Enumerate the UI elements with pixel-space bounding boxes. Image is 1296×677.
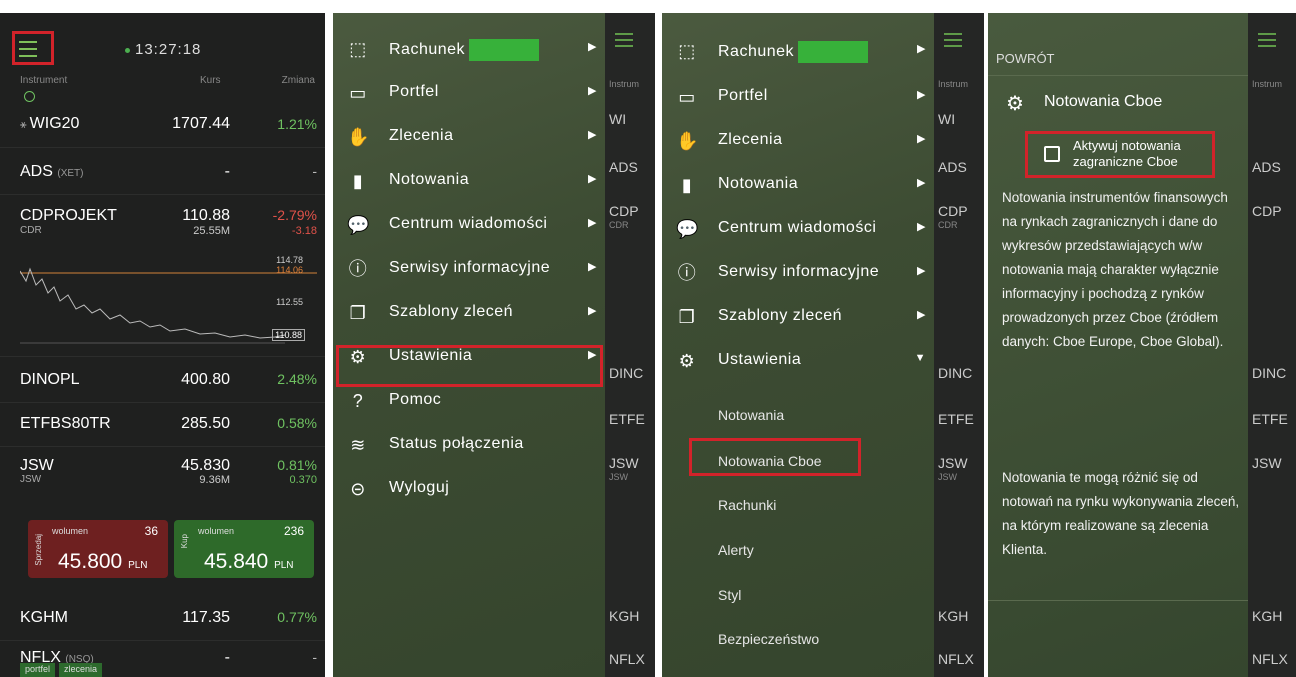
info-icon: ⓘ <box>348 259 368 279</box>
bar-chart-icon: ▮ <box>352 171 364 191</box>
menu-item-centrum-wiadomosci[interactable]: 💬 Centrum wiadomości ▶ <box>662 207 934 251</box>
list-item-dinopl[interactable]: DINOPL 400.80 2.48% <box>0 357 325 403</box>
list-item-kghm[interactable]: KGHM 117.35 0.77% <box>0 597 325 641</box>
handshake-icon: ✋ <box>676 131 699 151</box>
settings-menu-screen: ⬚ Rachunek ▶ ▭ Portfel ▶ ✋ Zlecenia ▶ ▮ Notowan… <box>662 13 984 677</box>
menu-item-ustawienia[interactable]: ⚙ Ustawienia ▼ <box>662 339 934 383</box>
menu-item-rachunek[interactable]: ⬚ Rachunek ▶ <box>662 29 934 73</box>
template-icon: ❐ <box>678 307 696 327</box>
menu-item-centrum-wiadomosci[interactable]: 💬 Centrum wiadomości ▶ <box>333 203 605 247</box>
menu-item-zlecenia[interactable]: ✋ Zlecenia ▶ <box>333 115 605 159</box>
template-icon: ❐ <box>349 303 367 323</box>
help-icon: ? <box>352 391 364 411</box>
menu-item-ustawienia[interactable]: ⚙ Ustawienia ▶ <box>333 335 605 379</box>
gear-icon: ⚙ <box>1006 93 1024 115</box>
cboe-checkbox-label[interactable]: Aktywuj notowania zagraniczne Cboe <box>1073 138 1201 170</box>
menu-item-szablony[interactable]: ❐ Szablony zleceń ▶ <box>333 291 605 335</box>
wallet-icon: ▭ <box>349 83 367 103</box>
cboe-settings-panel: POWRÓT ⚙ Notowania Cboe Aktywuj notowani… <box>988 13 1248 677</box>
bar-chart-icon: ▮ <box>681 175 693 195</box>
cboe-checkbox[interactable] <box>1044 146 1060 162</box>
background-list-strip: Instrum ADS CDP DINC ETFE JSW KGH NFLX <box>1248 13 1296 677</box>
page-title: Notowania Cboe <box>1044 93 1163 110</box>
submenu-notowania-cboe[interactable]: Notowania Cboe <box>718 453 822 469</box>
menu-item-pomoc[interactable]: ? Pomoc <box>333 379 605 423</box>
menu-item-serwisy[interactable]: ⓘ Serwisy informacyjne ▶ <box>333 247 605 291</box>
tab-portfel[interactable]: portfel <box>20 663 56 677</box>
hamburger-icon <box>944 33 962 47</box>
list-item-ads[interactable]: ADS (XET) - - <box>0 149 325 195</box>
menu-item-rachunek[interactable]: ⬚ Rachunek ▶ <box>333 27 605 71</box>
disclaimer-paragraph-1: Notowania instrumentów finansowych na ry… <box>1002 190 1228 349</box>
tab-zlecenia[interactable]: zlecenia <box>59 663 103 677</box>
info-icon: ⓘ <box>677 263 697 283</box>
col-price: Kurs <box>200 75 221 86</box>
hamburger-menu-icon[interactable] <box>12 33 54 65</box>
price-chart[interactable]: 114.78 114.06 112.55 110.88 <box>19 251 317 347</box>
message-icon: 💬 <box>347 215 370 235</box>
message-icon: 💬 <box>676 219 699 239</box>
wifi-icon: ≋ <box>350 435 366 455</box>
buy-button[interactable]: Kup wolumen 236 45.840 PLN <box>174 520 314 578</box>
sell-button[interactable]: Sprzedaj wolumen 36 45.800 PLN <box>28 520 168 578</box>
menu-item-serwisy[interactable]: ⓘ Serwisy informacyjne ▶ <box>662 251 934 295</box>
list-item-etfbs80tr[interactable]: ETFBS80TR 285.50 0.58% <box>0 403 325 447</box>
logout-icon: ⊝ <box>350 479 366 499</box>
background-list-strip: Instrum WI ADS CDP CDR DINC ETFE JSW JSW… <box>934 13 984 677</box>
menu-item-notowania[interactable]: ▮ Notowania ▶ <box>333 159 605 203</box>
menu-item-notowania[interactable]: ▮ Notowania ▶ <box>662 163 934 207</box>
cboe-settings-screen: POWRÓT ⚙ Notowania Cboe Aktywuj notowani… <box>988 13 1296 677</box>
hamburger-icon <box>615 33 633 47</box>
submenu-alerty[interactable]: Alerty <box>718 542 754 558</box>
menu-item-szablony[interactable]: ❐ Szablony zleceń ▶ <box>662 295 934 339</box>
wallet-icon: ▭ <box>678 87 696 107</box>
side-menu: ⬚ Rachunek ▶ ▭ Portfel ▶ ✋ Zlecenia ▶ ▮ Notowan… <box>333 13 605 677</box>
submenu-styl[interactable]: Styl <box>718 587 741 603</box>
submenu-rachunki[interactable]: Rachunki <box>718 497 776 513</box>
clock: 13:27:18 <box>124 41 202 58</box>
main-menu-screen: ⬚ Rachunek ▶ ▭ Portfel ▶ ✋ Zlecenia ▶ ▮ Notowan… <box>333 13 655 677</box>
back-button[interactable]: POWRÓT <box>996 51 1055 66</box>
account-icon: ⬚ <box>349 39 367 59</box>
menu-item-portfel[interactable]: ▭ Portfel ▶ <box>333 71 605 115</box>
background-list-strip: Instrum WI ADS CDP CDR DINC ETFE JSW JSW… <box>605 13 655 677</box>
account-icon: ⬚ <box>678 41 696 61</box>
disclaimer-paragraph-2: Notowania te mogą różnić się od notowań … <box>1002 470 1240 557</box>
submenu-notowania[interactable]: Notowania <box>718 407 784 423</box>
sort-icon[interactable] <box>24 91 35 102</box>
menu-item-portfel[interactable]: ▭ Portfel ▶ <box>662 75 934 119</box>
col-change: Zmiana <box>281 75 315 86</box>
menu-item-wyloguj[interactable]: ⊝ Wyloguj <box>333 467 605 511</box>
market-list-screen: 13:27:18 Instrument Kurs Zmiana ⚹ WIG20 … <box>0 13 325 677</box>
gear-icon: ⚙ <box>349 347 367 367</box>
gear-icon: ⚙ <box>678 351 696 371</box>
hamburger-icon <box>1258 33 1276 47</box>
handshake-icon: ✋ <box>347 127 370 147</box>
col-instrument: Instrument <box>20 75 68 86</box>
submenu-bezpieczenstwo[interactable]: Bezpieczeństwo <box>718 631 819 647</box>
side-menu-expanded: ⬚ Rachunek ▶ ▭ Portfel ▶ ✋ Zlecenia ▶ ▮ Notowan… <box>662 13 934 677</box>
menu-item-zlecenia[interactable]: ✋ Zlecenia ▶ <box>662 119 934 163</box>
list-item-wig20[interactable]: ⚹ WIG20 1707.44 1.21% <box>0 103 325 148</box>
menu-item-status[interactable]: ≋ Status połączenia <box>333 423 605 467</box>
